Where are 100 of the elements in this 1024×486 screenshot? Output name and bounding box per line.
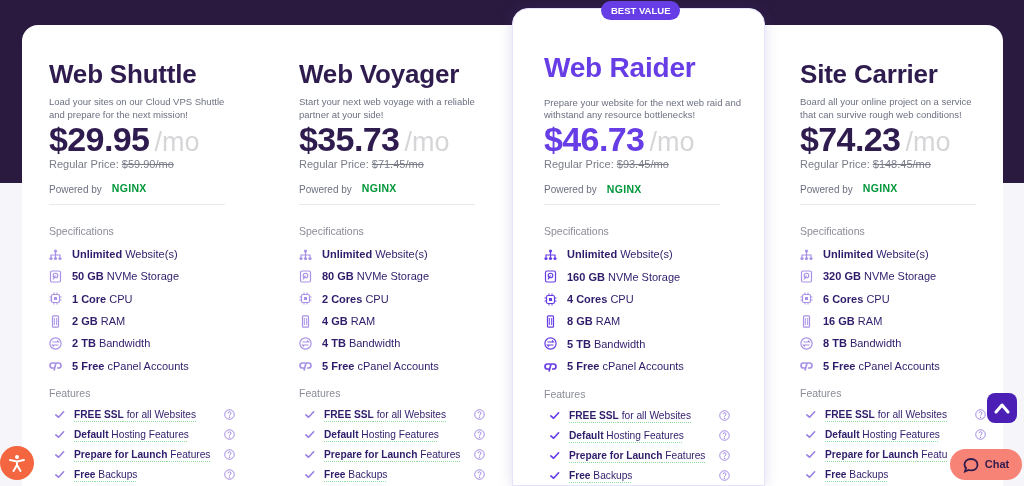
spec-text: Unlimited Website(s)	[567, 247, 673, 263]
spec-text: 2 GB RAM	[72, 313, 126, 329]
help-icon[interactable]	[474, 409, 485, 421]
spec-text: 4 TB Bandwidth	[322, 336, 401, 352]
help-icon[interactable]	[719, 409, 730, 421]
check-icon	[805, 429, 816, 441]
back-to-top-button[interactable]	[987, 393, 1017, 423]
plan-price: $29.95	[49, 121, 150, 156]
spec-text: 320 GB NVMe Storage	[823, 269, 937, 285]
accessibility-button[interactable]	[0, 446, 34, 480]
cp-logo-icon	[299, 359, 312, 373]
check-icon	[54, 449, 65, 461]
feature-text: FREE SSL for all Websites	[825, 408, 948, 423]
check-icon	[304, 429, 315, 441]
spec-text: 80 GB NVMe Storage	[322, 269, 429, 285]
plan-description: Load your sites on our Cloud VPS Shuttle and prepare for the next mission!	[49, 96, 226, 122]
check-icon	[549, 449, 560, 461]
section-label: Features	[544, 386, 586, 402]
best-value-badge: BEST VALUE	[601, 1, 681, 21]
spec-text: Unlimited Website(s)	[72, 246, 178, 262]
feature-text: Default Hosting Features	[324, 428, 439, 443]
help-icon[interactable]	[975, 429, 986, 441]
feature-text: Default Hosting Features	[825, 428, 940, 443]
cp-logo-icon	[800, 359, 813, 373]
chip-icon	[49, 292, 62, 306]
server-logo: NGINX	[862, 181, 898, 197]
feature-text: FREE SSL for all Websites	[569, 408, 692, 423]
help-icon[interactable]	[474, 429, 485, 441]
chip-icon	[800, 292, 813, 306]
memory-icon	[299, 314, 312, 328]
help-icon[interactable]	[224, 429, 235, 441]
help-icon[interactable]	[474, 449, 485, 461]
spec-text: 8 GB RAM	[567, 314, 621, 330]
plan-price: $46.73	[544, 122, 645, 157]
plan-description: Board all your online project on a service that can survive rough web conditions!	[800, 96, 973, 122]
help-icon[interactable]	[719, 429, 730, 441]
regular-price: Regular Price: $59.90/mo	[49, 156, 175, 172]
check-icon	[54, 409, 65, 421]
sitemap-icon	[800, 247, 813, 261]
help-icon[interactable]	[224, 449, 235, 461]
help-icon[interactable]	[474, 469, 485, 481]
server-logo: NGINX	[361, 181, 397, 197]
section-label: Features	[800, 386, 842, 402]
chip-icon	[299, 292, 312, 306]
spec-text: 5 Free cPanel Accounts	[823, 358, 940, 374]
check-icon	[805, 469, 816, 481]
check-icon	[805, 409, 816, 421]
memory-icon	[800, 314, 813, 328]
speech-bubble-icon	[962, 456, 979, 473]
chip-icon	[544, 292, 557, 306]
spec-text: 16 GB RAM	[823, 313, 883, 329]
cp-logo-icon	[49, 359, 62, 373]
plan-description: Prepare your website for the next web raid and withstand any resource bottlenecks!	[544, 96, 742, 123]
help-icon[interactable]	[224, 409, 235, 421]
transfer-icon	[299, 337, 312, 351]
spec-text: 1 Core CPU	[72, 291, 133, 307]
accessibility-icon	[7, 453, 27, 473]
spec-text: 2 TB Bandwidth	[72, 336, 151, 352]
powered-by-label: Powered by	[299, 182, 352, 197]
spec-text: 5 Free cPanel Accounts	[322, 358, 439, 374]
spec-text: 160 GB NVMe Storage	[567, 269, 681, 285]
spec-text: Unlimited Website(s)	[823, 246, 929, 262]
feature-text: Default Hosting Features	[74, 428, 189, 443]
help-icon[interactable]	[975, 409, 986, 421]
check-icon	[549, 469, 560, 481]
feature-text: Default Hosting Features	[569, 428, 684, 443]
spec-text: 2 Cores CPU	[322, 291, 389, 307]
regular-price: Regular Price: $93.45/mo	[544, 157, 670, 173]
section-label: Specifications	[544, 224, 609, 240]
help-icon[interactable]	[719, 469, 730, 481]
transfer-icon	[800, 337, 813, 351]
feature-text: Free Backups	[569, 468, 633, 483]
spec-text: 8 TB Bandwidth	[823, 336, 902, 352]
check-icon	[805, 449, 816, 461]
chevron-up-icon	[994, 402, 1010, 414]
plan-description: Start your next web voyage with a reliable partner at your side!	[299, 96, 476, 122]
feature-text: Prepare for Launch Features	[324, 448, 461, 463]
check-icon	[54, 429, 65, 441]
plan-name: Web Voyager	[299, 59, 461, 91]
spec-text: 50 GB NVMe Storage	[72, 269, 179, 285]
check-icon	[54, 469, 65, 481]
sitemap-icon	[49, 247, 62, 261]
spec-text: 4 Cores CPU	[567, 291, 634, 307]
chat-button[interactable]: Chat	[950, 449, 1022, 480]
check-icon	[304, 409, 315, 421]
help-icon[interactable]	[719, 449, 730, 461]
check-icon	[549, 409, 560, 421]
spec-text: Unlimited Website(s)	[322, 246, 428, 262]
spec-text: 6 Cores CPU	[823, 291, 890, 307]
feature-text: Free Backups	[825, 468, 889, 483]
section-label: Features	[299, 386, 341, 402]
feature-text: Free Backups	[74, 468, 138, 483]
memory-icon	[544, 315, 557, 329]
spec-text: 5 TB Bandwidth	[567, 336, 646, 352]
powered-by-label: Powered by	[544, 183, 597, 198]
feature-text: Prepare for Launch Features	[74, 448, 211, 463]
help-icon[interactable]	[224, 469, 235, 481]
check-icon	[304, 449, 315, 461]
server-logo: NGINX	[111, 181, 147, 197]
section-label: Specifications	[49, 224, 114, 240]
